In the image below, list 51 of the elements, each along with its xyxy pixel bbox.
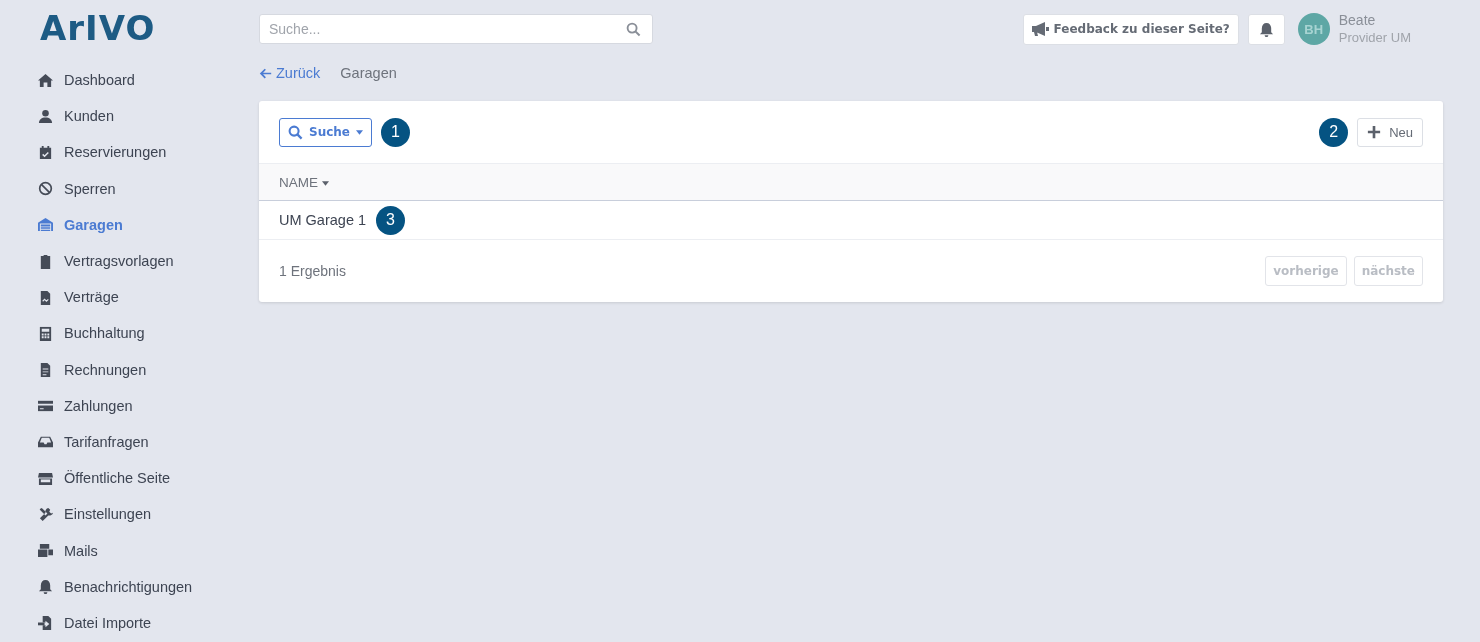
- caret-icon: [356, 129, 363, 135]
- table-cell[interactable]: UM Garage 1: [279, 212, 367, 228]
- sidebar-item[interactable]: Verträge: [38, 279, 119, 316]
- file-signature-icon: [38, 289, 53, 305]
- sidebar-item[interactable]: Sperren: [38, 170, 116, 207]
- sidebar-item[interactable]: Öffentliche Seite: [38, 460, 171, 497]
- sidebar-item[interactable]: Kunden: [38, 98, 114, 135]
- plus-icon: [1367, 125, 1382, 139]
- file-import-icon: [38, 615, 53, 631]
- search-icon: [626, 21, 641, 37]
- logo: ArIVO: [40, 10, 156, 46]
- calculator-icon: [38, 325, 53, 341]
- search-icon: [288, 124, 303, 140]
- inbox-icon: [38, 434, 53, 450]
- megaphone-icon: [1031, 21, 1050, 37]
- search-field[interactable]: Suche...: [259, 14, 653, 44]
- sidebar-item[interactable]: Tarifanfragen: [38, 423, 149, 461]
- new-button[interactable]: Neu: [1357, 117, 1423, 147]
- sidebar-item[interactable]: Mails: [38, 532, 98, 569]
- sidebar-item[interactable]: Rechnungen: [38, 351, 147, 388]
- result-count: 1 Ergebnis: [279, 263, 346, 279]
- feedback-button[interactable]: Feedback zu dieser Seite?: [1022, 13, 1239, 45]
- bell-icon: [38, 579, 53, 595]
- notifications-button[interactable]: [1247, 13, 1285, 45]
- column-header[interactable]: NAME: [279, 174, 329, 190]
- sidebar-item[interactable]: Vertragsvorlagen: [38, 242, 174, 280]
- user-name: Beate: [1338, 12, 1377, 29]
- sidebar-item[interactable]: Reservierungen: [38, 134, 167, 171]
- sidebar-item[interactable]: Einstellungen: [38, 496, 152, 533]
- home-icon: [38, 72, 53, 88]
- breadcrumb-current: Garagen: [340, 65, 397, 81]
- annotation-badge: 3: [376, 205, 406, 235]
- annotation-badge: 2: [1319, 117, 1349, 147]
- sidebar-item[interactable]: Benachrichtigungen: [38, 568, 193, 605]
- sidebar-item[interactable]: Zahlungen: [38, 387, 133, 424]
- search-dropdown-button[interactable]: Suche: [279, 117, 372, 147]
- arrow-left-icon: [259, 66, 272, 80]
- sidebar-item[interactable]: Datei Importe: [38, 604, 152, 641]
- user-icon: [38, 108, 53, 124]
- user-role: Provider UM: [1338, 29, 1411, 46]
- calendar-check-icon: [38, 144, 53, 160]
- sidebar-item[interactable]: Dashboard: [38, 62, 135, 99]
- invoice-icon: [38, 362, 53, 378]
- ban-icon: [38, 181, 53, 197]
- bell-icon: [1258, 21, 1274, 37]
- annotation-badge: 1: [381, 117, 410, 147]
- clipboard-icon: [38, 253, 53, 269]
- credit-card-icon: [38, 398, 53, 414]
- garage-icon: [38, 217, 53, 233]
- store-icon: [38, 470, 53, 486]
- sidebar-item[interactable]: Buchhaltung: [38, 315, 145, 352]
